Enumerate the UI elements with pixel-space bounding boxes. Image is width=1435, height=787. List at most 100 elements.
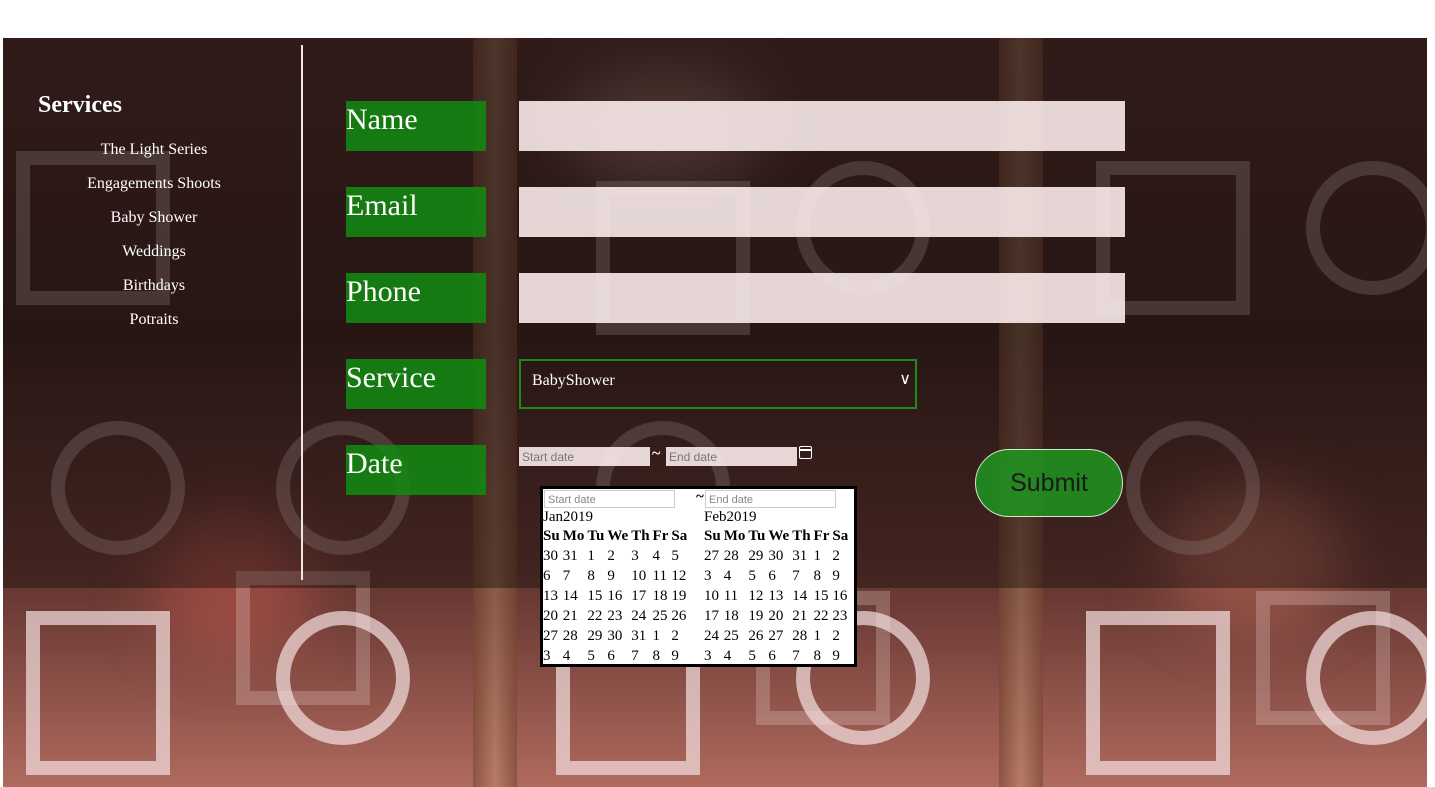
service-item-weddings[interactable]: Weddings — [60, 241, 248, 275]
picker-end-input[interactable]: End date — [705, 490, 836, 508]
day-cell[interactable]: 7 — [563, 566, 588, 586]
day-cell[interactable]: 1 — [587, 546, 607, 566]
service-select[interactable]: BabyShower ∨ — [519, 359, 917, 409]
day-cell[interactable]: 18 — [653, 586, 672, 606]
day-cell[interactable]: 28 — [563, 626, 588, 646]
day-cell[interactable]: 21 — [563, 606, 588, 626]
email-input[interactable] — [519, 187, 1125, 237]
day-cell[interactable]: 21 — [792, 606, 813, 626]
day-cell[interactable]: 19 — [748, 606, 768, 626]
day-cell[interactable]: 9 — [671, 646, 690, 666]
day-cell[interactable]: 10 — [631, 566, 652, 586]
day-cell[interactable]: 20 — [543, 606, 563, 626]
service-item-birthdays[interactable]: Birthdays — [60, 275, 248, 309]
submit-button[interactable]: Submit — [975, 449, 1123, 517]
day-cell[interactable]: 4 — [724, 646, 749, 666]
day-cell[interactable]: 6 — [768, 566, 792, 586]
phone-input[interactable] — [519, 273, 1125, 323]
day-cell[interactable]: 3 — [631, 546, 652, 566]
day-cell[interactable]: 17 — [631, 586, 652, 606]
day-cell[interactable]: 13 — [768, 586, 792, 606]
day-cell[interactable]: 28 — [724, 546, 749, 566]
day-cell[interactable]: 12 — [748, 586, 768, 606]
service-item-engagements[interactable]: Engagements Shoots — [60, 173, 248, 207]
day-cell[interactable]: 3 — [704, 566, 724, 586]
day-cell[interactable]: 27 — [543, 626, 563, 646]
day-cell[interactable]: 6 — [543, 566, 563, 586]
day-cell[interactable]: 25 — [724, 626, 749, 646]
day-cell[interactable]: 31 — [631, 626, 652, 646]
day-cell[interactable]: 14 — [792, 586, 813, 606]
day-cell[interactable]: 14 — [563, 586, 588, 606]
day-cell[interactable]: 3 — [704, 646, 724, 666]
day-cell[interactable]: 7 — [631, 646, 652, 666]
day-cell[interactable]: 13 — [543, 586, 563, 606]
day-cell[interactable]: 9 — [832, 566, 851, 586]
day-cell[interactable]: 30 — [543, 546, 563, 566]
day-cell[interactable]: 5 — [748, 566, 768, 586]
day-cell[interactable]: 30 — [768, 546, 792, 566]
day-cell[interactable]: 24 — [631, 606, 652, 626]
day-cell[interactable]: 15 — [587, 586, 607, 606]
day-cell[interactable]: 11 — [653, 566, 672, 586]
day-cell[interactable]: 30 — [607, 626, 631, 646]
day-cell[interactable]: 12 — [671, 566, 690, 586]
day-cell[interactable]: 16 — [832, 586, 851, 606]
day-cell[interactable]: 23 — [832, 606, 851, 626]
day-cell[interactable]: 10 — [704, 586, 724, 606]
day-cell[interactable]: 1 — [653, 626, 672, 646]
day-cell[interactable]: 27 — [768, 626, 792, 646]
day-cell[interactable]: 7 — [792, 646, 813, 666]
day-cell[interactable]: 24 — [704, 626, 724, 646]
day-cell[interactable]: 2 — [671, 626, 690, 646]
day-cell[interactable]: 26 — [748, 626, 768, 646]
day-cell[interactable]: 5 — [748, 646, 768, 666]
day-cell[interactable]: 5 — [671, 546, 690, 566]
day-cell[interactable]: 1 — [814, 626, 833, 646]
picker-start-input[interactable]: Start date — [544, 490, 675, 508]
start-date-input[interactable]: Start date — [519, 447, 650, 466]
day-cell[interactable]: 17 — [704, 606, 724, 626]
day-cell[interactable]: 6 — [768, 646, 792, 666]
day-cell[interactable]: 23 — [607, 606, 631, 626]
day-cell[interactable]: 16 — [607, 586, 631, 606]
day-cell[interactable]: 2 — [832, 546, 851, 566]
day-cell[interactable]: 5 — [587, 646, 607, 666]
day-cell[interactable]: 25 — [653, 606, 672, 626]
service-item-portraits[interactable]: Potraits — [60, 309, 248, 343]
day-cell[interactable]: 2 — [832, 626, 851, 646]
day-cell[interactable]: 8 — [814, 566, 833, 586]
service-item-light-series[interactable]: The Light Series — [60, 139, 248, 173]
service-item-baby-shower[interactable]: Baby Shower — [60, 207, 248, 241]
day-cell[interactable]: 4 — [563, 646, 588, 666]
day-cell[interactable]: 20 — [768, 606, 792, 626]
day-cell[interactable]: 4 — [724, 566, 749, 586]
day-cell[interactable]: 11 — [724, 586, 749, 606]
day-cell[interactable]: 31 — [563, 546, 588, 566]
day-cell[interactable]: 2 — [607, 546, 631, 566]
day-cell[interactable]: 9 — [832, 646, 851, 666]
day-cell[interactable]: 19 — [671, 586, 690, 606]
calendar-icon[interactable] — [799, 446, 812, 459]
day-cell[interactable]: 9 — [607, 566, 631, 586]
end-date-input[interactable]: End date — [666, 447, 797, 466]
day-cell[interactable]: 29 — [748, 546, 768, 566]
day-cell[interactable]: 26 — [671, 606, 690, 626]
day-cell[interactable]: 27 — [704, 546, 724, 566]
day-cell[interactable]: 8 — [587, 566, 607, 586]
day-cell[interactable]: 6 — [607, 646, 631, 666]
day-cell[interactable]: 8 — [653, 646, 672, 666]
day-cell[interactable]: 22 — [814, 606, 833, 626]
day-cell[interactable]: 7 — [792, 566, 813, 586]
day-cell[interactable]: 4 — [653, 546, 672, 566]
day-cell[interactable]: 15 — [814, 586, 833, 606]
day-cell[interactable]: 22 — [587, 606, 607, 626]
day-cell[interactable]: 31 — [792, 546, 813, 566]
day-cell[interactable]: 29 — [587, 626, 607, 646]
day-cell[interactable]: 3 — [543, 646, 563, 666]
day-cell[interactable]: 1 — [814, 546, 833, 566]
day-cell[interactable]: 8 — [814, 646, 833, 666]
day-cell[interactable]: 28 — [792, 626, 813, 646]
name-input[interactable] — [519, 101, 1125, 151]
day-cell[interactable]: 18 — [724, 606, 749, 626]
